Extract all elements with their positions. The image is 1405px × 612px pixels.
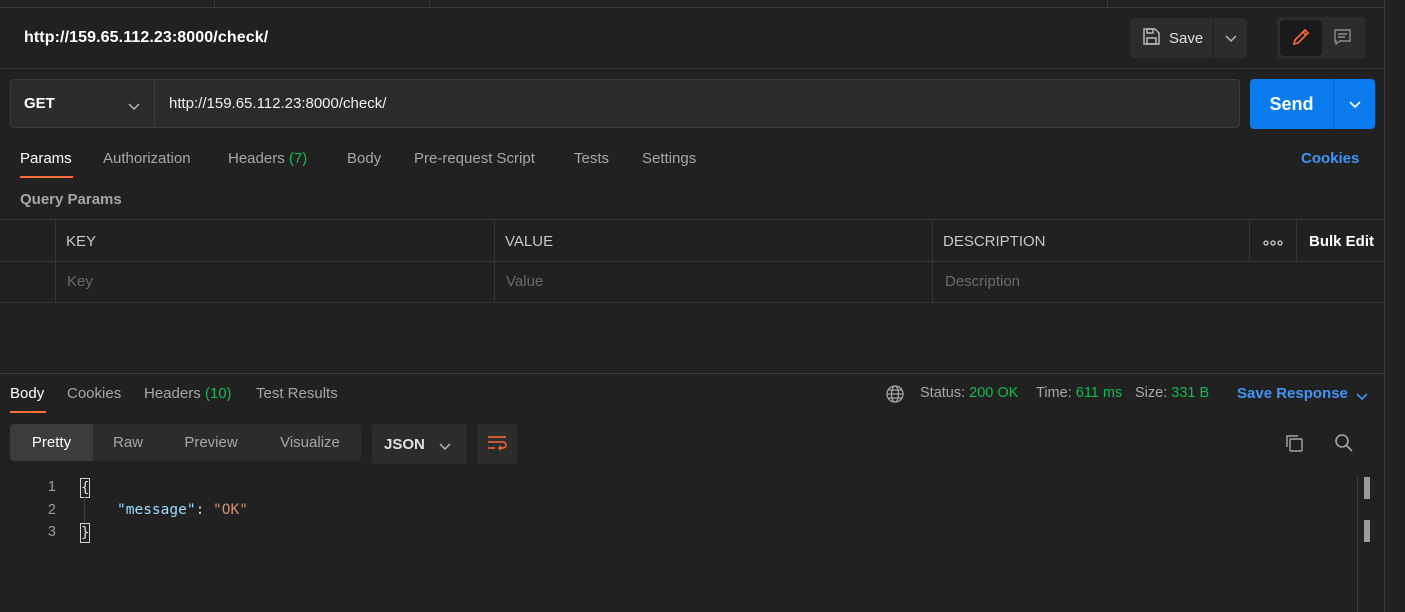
json-value: "OK" [213, 502, 248, 518]
chevron-down-icon [439, 438, 451, 455]
response-tab-headers-count: (10) [204, 385, 232, 402]
more-dots-icon[interactable] [1263, 234, 1283, 250]
query-params-title: Query Params [20, 191, 122, 208]
save-options-button[interactable] [1214, 18, 1247, 58]
right-sidebar-border [1384, 0, 1385, 612]
save-button-group: Save [1130, 18, 1247, 58]
query-params-table: KEY VALUE DESCRIPTION Bulk Edit Key Valu… [0, 219, 1384, 303]
tab-active-indicator [20, 176, 73, 178]
view-preview-button[interactable]: Preview [163, 424, 259, 461]
view-mode-toggle [1277, 17, 1365, 59]
close-brace: } [80, 523, 90, 543]
column-divider [932, 220, 933, 303]
tab-strip [0, 0, 1384, 8]
time-value: 611 ms [1075, 385, 1123, 401]
url-input[interactable] [154, 79, 1240, 128]
open-brace: { [80, 478, 90, 498]
response-tab-body[interactable]: Body [10, 385, 44, 402]
tab-headers-count: (7) [288, 150, 308, 167]
tab-prerequest-script[interactable]: Pre-request Script [414, 150, 535, 167]
tab-divider [1107, 0, 1108, 8]
code-scrollbar[interactable] [1357, 476, 1358, 612]
line-number: 3 [47, 524, 56, 540]
save-icon [1142, 27, 1161, 50]
time-label: Time: [1036, 385, 1072, 401]
bulk-edit-button[interactable]: Bulk Edit [1309, 233, 1374, 250]
tab-headers[interactable]: Headers (7) [228, 150, 307, 167]
edit-mode-button[interactable] [1280, 20, 1322, 56]
time-readout[interactable]: Time: 611 ms [1036, 385, 1122, 401]
view-visualize-button[interactable]: Visualize [259, 424, 361, 461]
search-icon[interactable] [1334, 433, 1354, 456]
scrollbar-marker [1364, 477, 1370, 499]
column-header-key: KEY [66, 233, 97, 250]
send-options-button[interactable] [1334, 79, 1375, 129]
chevron-down-icon[interactable] [1356, 388, 1368, 404]
status-readout[interactable]: Status: 200 OK [920, 385, 1018, 401]
tab-divider [429, 0, 430, 8]
method-value: GET [24, 95, 55, 112]
column-divider [1249, 220, 1250, 261]
send-button[interactable]: Send [1250, 79, 1334, 129]
chevron-down-icon [128, 98, 140, 115]
copy-icon[interactable] [1284, 433, 1304, 456]
header-divider [0, 68, 1384, 69]
param-value-input[interactable]: Value [506, 273, 543, 290]
param-key-input[interactable]: Key [67, 273, 93, 290]
table-row-divider [0, 261, 1384, 262]
size-readout[interactable]: Size: 331 B [1135, 385, 1209, 401]
response-tab-cookies[interactable]: Cookies [67, 385, 121, 402]
size-value: 331 B [1171, 385, 1210, 401]
code-line-message: "message": "OK" [117, 502, 248, 518]
json-colon: : [195, 502, 214, 518]
tab-body[interactable]: Body [347, 150, 381, 167]
request-title[interactable]: http://159.65.112.23:8000/check/ [24, 29, 268, 47]
wrap-lines-icon [487, 435, 507, 454]
comment-mode-button[interactable] [1322, 20, 1362, 56]
response-divider[interactable] [0, 373, 1384, 374]
column-divider [494, 220, 495, 303]
tab-settings[interactable]: Settings [642, 150, 696, 167]
chevron-down-icon [1348, 96, 1361, 112]
response-tab-headers[interactable]: Headers (10) [144, 385, 232, 402]
tab-authorization[interactable]: Authorization [103, 150, 191, 167]
globe-icon[interactable] [885, 384, 905, 407]
response-tab-headers-label: Headers [144, 385, 201, 402]
cookies-link[interactable]: Cookies [1301, 150, 1359, 167]
status-value: 200 OK [969, 385, 1019, 401]
line-number: 2 [47, 502, 56, 518]
send-button-group: Send [1250, 79, 1375, 129]
response-tab-test-results[interactable]: Test Results [256, 385, 338, 402]
format-select[interactable]: JSON [372, 424, 467, 464]
view-pretty-button[interactable]: Pretty [10, 424, 93, 461]
view-mode-segmented: Pretty Raw Preview Visualize [10, 424, 361, 461]
column-header-value: VALUE [505, 233, 554, 250]
edit-pencil-icon [1291, 27, 1311, 50]
tab-tests[interactable]: Tests [574, 150, 609, 167]
save-button[interactable]: Save [1130, 18, 1214, 58]
scrollbar-marker [1364, 520, 1370, 542]
response-tab-indicator [10, 411, 46, 413]
line-number: 1 [47, 479, 56, 495]
chevron-down-icon [1224, 30, 1237, 46]
status-label: Status: [920, 385, 966, 401]
comment-icon [1333, 28, 1352, 49]
size-label: Size: [1135, 385, 1168, 401]
column-header-description: DESCRIPTION [943, 233, 1046, 250]
json-key: "message" [117, 502, 196, 518]
save-label: Save [1169, 29, 1204, 47]
column-divider [1296, 220, 1297, 261]
tab-params[interactable]: Params [20, 150, 72, 167]
param-description-input[interactable]: Description [945, 273, 1020, 290]
wrap-lines-button[interactable] [477, 424, 517, 464]
tab-headers-label: Headers [228, 150, 285, 167]
column-divider [55, 220, 56, 303]
format-value: JSON [384, 435, 425, 453]
save-response-button[interactable]: Save Response [1237, 385, 1348, 402]
view-raw-button[interactable]: Raw [93, 424, 163, 461]
tab-divider [214, 0, 215, 8]
method-select[interactable]: GET [10, 79, 155, 128]
